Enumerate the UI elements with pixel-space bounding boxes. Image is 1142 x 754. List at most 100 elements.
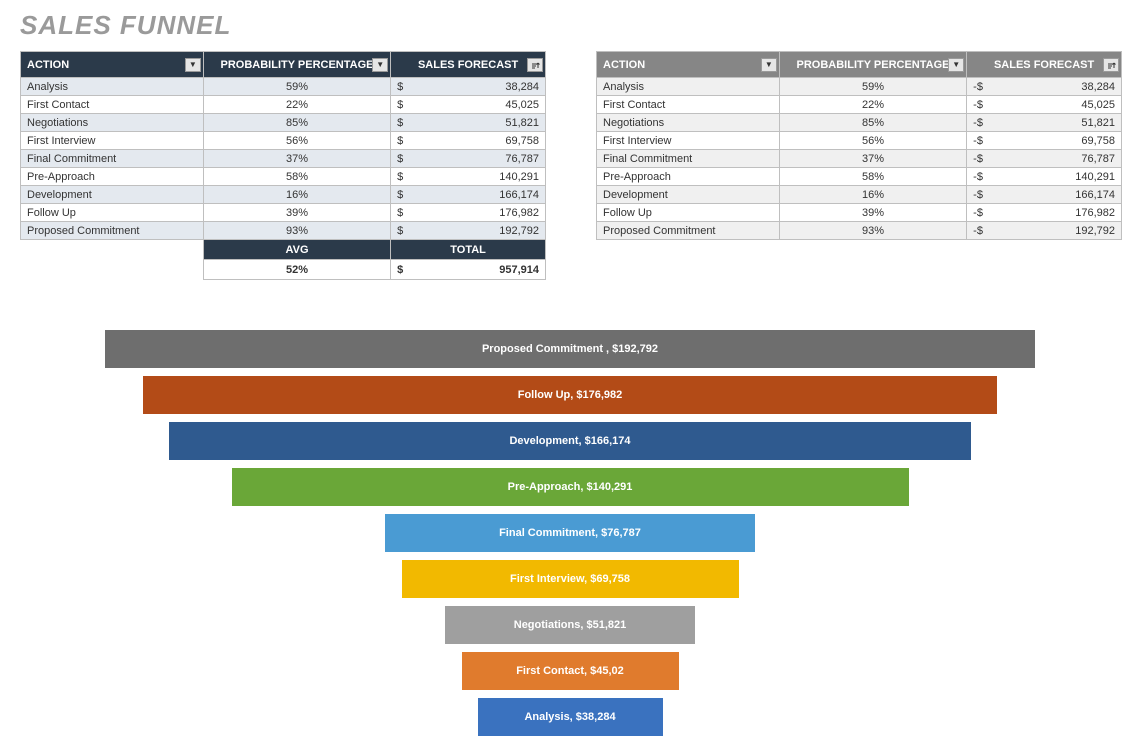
cell-prob: 22% xyxy=(779,96,966,114)
cell-action: Pre-Approach xyxy=(21,168,204,186)
cell-forecast: $38,284 xyxy=(391,78,546,96)
cell-prob: 22% xyxy=(203,96,390,114)
currency-symbol: -$ xyxy=(973,81,983,93)
avg-label: AVG xyxy=(203,240,390,260)
cell-action: Analysis xyxy=(597,78,780,96)
col-prob-header: PROBABILITY PERCENTAGE ▼ xyxy=(779,52,966,78)
table-row: Development16%$166,174 xyxy=(21,186,546,204)
sort-asc-icon[interactable] xyxy=(527,58,543,72)
cell-prob: 59% xyxy=(203,78,390,96)
cell-action: Development xyxy=(21,186,204,204)
cell-action: Development xyxy=(597,186,780,204)
funnel-bar: First Contact, $45,02 xyxy=(462,652,679,690)
table-row: First Interview56%$69,758 xyxy=(21,132,546,150)
header-label: ACTION xyxy=(603,59,645,71)
cell-forecast: $51,821 xyxy=(391,114,546,132)
table-row: Analysis59%$38,284 xyxy=(21,78,546,96)
col-forecast-header: SALES FORECAST xyxy=(391,52,546,78)
cell-forecast: -$140,291 xyxy=(967,168,1122,186)
cell-prob: 58% xyxy=(779,168,966,186)
table-row: Pre-Approach58%$140,291 xyxy=(21,168,546,186)
currency-symbol: $ xyxy=(397,207,403,219)
cell-action: First Interview xyxy=(597,132,780,150)
table-row: First Contact22%$45,025 xyxy=(21,96,546,114)
cell-forecast: -$176,982 xyxy=(967,204,1122,222)
table-row: Analysis59%-$38,284 xyxy=(597,78,1122,96)
page-title: SALES FUNNEL xyxy=(20,10,1122,41)
total-value-num: 957,914 xyxy=(499,264,539,276)
table-row: Negotiations85%-$51,821 xyxy=(597,114,1122,132)
header-label: SALES FORECAST xyxy=(418,59,518,71)
cell-action: First Contact xyxy=(597,96,780,114)
funnel-bar-row: Negotiations, $51,821 xyxy=(20,606,1120,644)
funnel-bar: Pre-Approach, $140,291 xyxy=(232,468,909,506)
funnel-bar-row: First Contact, $45,02 xyxy=(20,652,1120,690)
cell-forecast: $69,758 xyxy=(391,132,546,150)
cell-forecast: $76,787 xyxy=(391,150,546,168)
cell-forecast: $166,174 xyxy=(391,186,546,204)
funnel-bar-row: Pre-Approach, $140,291 xyxy=(20,468,1120,506)
funnel-bar-row: Follow Up, $176,982 xyxy=(20,376,1120,414)
cell-action: Negotiations xyxy=(597,114,780,132)
cell-prob: 59% xyxy=(779,78,966,96)
currency-symbol: $ xyxy=(397,153,403,165)
funnel-bar: First Interview, $69,758 xyxy=(402,560,739,598)
table-row: First Contact22%-$45,025 xyxy=(597,96,1122,114)
table-row: Pre-Approach58%-$140,291 xyxy=(597,168,1122,186)
table-row: Proposed Commitment93%-$192,792 xyxy=(597,222,1122,240)
col-action-header: ACTION ▼ xyxy=(597,52,780,78)
currency-symbol: $ xyxy=(397,171,403,183)
cell-prob: 39% xyxy=(779,204,966,222)
filter-dropdown-icon[interactable]: ▼ xyxy=(372,58,388,72)
currency-symbol: $ xyxy=(397,264,403,276)
table-row: Final Commitment37%-$76,787 xyxy=(597,150,1122,168)
cell-forecast: -$45,025 xyxy=(967,96,1122,114)
cell-action: Proposed Commitment xyxy=(597,222,780,240)
cell-forecast: -$51,821 xyxy=(967,114,1122,132)
currency-symbol: $ xyxy=(397,99,403,111)
filter-dropdown-icon[interactable]: ▼ xyxy=(948,58,964,72)
cell-action: Final Commitment xyxy=(597,150,780,168)
funnel-bar: Negotiations, $51,821 xyxy=(445,606,695,644)
cell-forecast: -$38,284 xyxy=(967,78,1122,96)
funnel-bar-row: Final Commitment, $76,787 xyxy=(20,514,1120,552)
col-action-header: ACTION ▼ xyxy=(21,52,204,78)
currency-symbol: -$ xyxy=(973,171,983,183)
table-row: Final Commitment37%$76,787 xyxy=(21,150,546,168)
cell-prob: 16% xyxy=(779,186,966,204)
cell-prob: 56% xyxy=(203,132,390,150)
funnel-bar-row: First Interview, $69,758 xyxy=(20,560,1120,598)
cell-action: First Contact xyxy=(21,96,204,114)
cell-action: Follow Up xyxy=(597,204,780,222)
table-row: Follow Up39%-$176,982 xyxy=(597,204,1122,222)
funnel-bar: Proposed Commitment , $192,792 xyxy=(105,330,1035,368)
cell-prob: 93% xyxy=(779,222,966,240)
header-label: SALES FORECAST xyxy=(994,59,1094,71)
sort-asc-icon[interactable] xyxy=(1103,58,1119,72)
funnel-bar: Final Commitment, $76,787 xyxy=(385,514,755,552)
currency-symbol: $ xyxy=(397,225,403,237)
filter-dropdown-icon[interactable]: ▼ xyxy=(185,58,201,72)
filter-dropdown-icon[interactable]: ▼ xyxy=(761,58,777,72)
cell-prob: 56% xyxy=(779,132,966,150)
currency-symbol: $ xyxy=(397,117,403,129)
table-row: Proposed Commitment93%$192,792 xyxy=(21,222,546,240)
total-value: $ 957,914 xyxy=(391,260,546,280)
cell-prob: 37% xyxy=(779,150,966,168)
cell-forecast: -$166,174 xyxy=(967,186,1122,204)
cell-prob: 85% xyxy=(779,114,966,132)
currency-symbol: -$ xyxy=(973,135,983,147)
sales-table-left: ACTION ▼ PROBABILITY PERCENTAGE ▼ SALES … xyxy=(20,51,546,280)
currency-symbol: -$ xyxy=(973,207,983,219)
currency-symbol: -$ xyxy=(973,225,983,237)
table-row: Negotiations85%$51,821 xyxy=(21,114,546,132)
cell-prob: 58% xyxy=(203,168,390,186)
header-label: PROBABILITY PERCENTAGE xyxy=(797,59,950,71)
tables-container: ACTION ▼ PROBABILITY PERCENTAGE ▼ SALES … xyxy=(20,51,1122,280)
header-label: ACTION xyxy=(27,59,69,71)
cell-action: Pre-Approach xyxy=(597,168,780,186)
cell-forecast: $176,982 xyxy=(391,204,546,222)
currency-symbol: $ xyxy=(397,135,403,147)
funnel-chart: Proposed Commitment , $192,792 Follow Up,… xyxy=(20,330,1120,736)
funnel-bar-row: Proposed Commitment , $192,792 xyxy=(20,330,1120,368)
